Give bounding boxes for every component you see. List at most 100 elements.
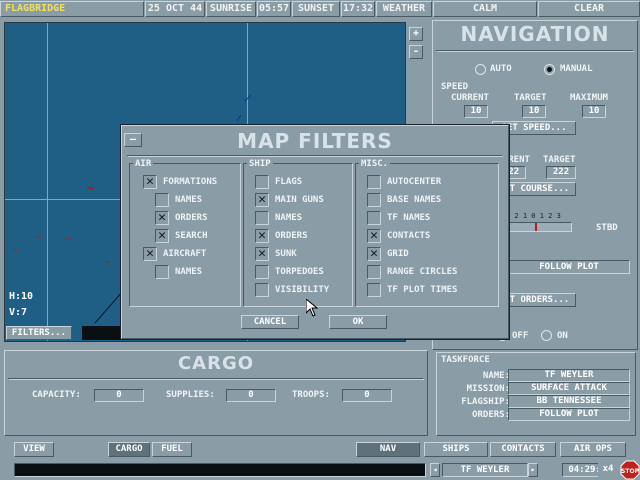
nav-tab[interactable]: NAV xyxy=(356,442,420,457)
misc-checkbox[interactable] xyxy=(367,175,381,189)
speed-current-label: CURRENT xyxy=(451,93,489,103)
map-message-box xyxy=(82,326,122,340)
divider xyxy=(8,378,424,380)
ship-checkbox[interactable] xyxy=(255,175,269,189)
sunset-time: 17:32 xyxy=(341,1,375,17)
contact-marker xyxy=(236,114,242,122)
air-checkbox[interactable]: ✕ xyxy=(155,229,169,243)
misc-checkbox[interactable] xyxy=(367,193,381,207)
air-ops-tab[interactable]: AIR OPS xyxy=(560,442,626,457)
ship-checkbox[interactable] xyxy=(255,265,269,279)
plot-line xyxy=(94,290,124,324)
speed-target-label: TARGET xyxy=(514,93,547,103)
contact-marker xyxy=(12,248,18,252)
misc-checkbox-label: TF NAMES xyxy=(387,213,431,223)
taskforce-title: TASKFORCE xyxy=(441,355,490,365)
ship-checkbox[interactable] xyxy=(255,283,269,297)
contact-marker xyxy=(86,186,94,190)
ship-group-label: SHIP xyxy=(247,159,273,169)
auto-label: AUTO xyxy=(490,64,512,74)
v-readout: V:7 xyxy=(9,307,28,318)
air-checkbox[interactable] xyxy=(155,193,169,207)
date-display: 25 OCT 44 xyxy=(145,1,205,17)
contacts-tab[interactable]: CONTACTS xyxy=(490,442,556,457)
fuel-tab[interactable]: FUEL xyxy=(152,442,192,457)
sunrise-label: SUNRISE xyxy=(206,1,256,17)
stbd-label: STBD xyxy=(596,223,618,233)
scroll-left-icon[interactable]: ◂ xyxy=(430,463,440,477)
dialog-title: MAP FILTERS xyxy=(237,129,393,153)
capacity-field: 0 xyxy=(94,389,144,402)
ship-checkbox[interactable]: ✕ xyxy=(255,247,269,261)
zoom-out-button[interactable]: - xyxy=(409,45,423,59)
misc-checkbox[interactable] xyxy=(367,211,381,225)
zoom-in-button[interactable]: + xyxy=(409,27,423,41)
speed-maximum-label: MAXIMUM xyxy=(570,93,608,103)
current-speed-field: 10 xyxy=(464,105,488,118)
view-button[interactable]: VIEW xyxy=(14,442,54,457)
misc-checkbox-label: AUTOCENTER xyxy=(387,177,442,187)
stop-icon[interactable]: STOP xyxy=(620,460,640,480)
misc-checkbox[interactable]: ✕ xyxy=(367,229,381,243)
tf-flagship-field: BB TENNESSEE xyxy=(508,395,630,408)
speed-label: SPEED xyxy=(441,82,469,92)
on-radio[interactable] xyxy=(541,330,552,341)
air-checkbox[interactable]: ✕ xyxy=(143,247,157,261)
air-checkbox[interactable]: ✕ xyxy=(143,175,157,189)
ship-checkbox[interactable] xyxy=(255,211,269,225)
tf-name-label: NAME: xyxy=(482,371,510,381)
target-speed-field: 10 xyxy=(522,105,546,118)
dialog-close-button[interactable]: — xyxy=(124,133,142,147)
ships-tab[interactable]: SHIPS xyxy=(424,442,488,457)
cargo-title: CARGO xyxy=(177,353,255,374)
air-checkbox[interactable] xyxy=(155,265,169,279)
misc-group-label: MISC. xyxy=(359,159,391,169)
misc-checkbox-label: RANGE CIRCLES xyxy=(387,267,458,277)
auto-radio[interactable] xyxy=(475,64,486,75)
rudder-scale: 3 2 1 0 1 2 3 xyxy=(506,212,561,220)
misc-checkbox[interactable]: ✕ xyxy=(367,247,381,261)
air-checkbox-label: FORMATIONS xyxy=(163,177,218,187)
tf-name-field: TF WEYLER xyxy=(508,369,630,382)
tf-orders-label: ORDERS: xyxy=(472,410,510,420)
filters-button[interactable]: FILTERS... xyxy=(6,326,72,340)
misc-checkbox-label: CONTACTS xyxy=(387,231,431,241)
manual-radio[interactable] xyxy=(544,64,555,75)
mouse-pointer-icon xyxy=(306,299,318,317)
air-checkbox-label: ORDERS xyxy=(175,213,208,223)
troops-field: 0 xyxy=(342,389,392,402)
top-status-bar: FLAGBRIDGE 25 OCT 44 SUNRISE 05:57 SUNSE… xyxy=(0,0,640,18)
cargo-tab[interactable]: CARGO xyxy=(108,442,150,457)
off-label: OFF xyxy=(512,331,529,341)
scroll-right-icon[interactable]: ▸ xyxy=(528,463,538,477)
ship-checkbox[interactable]: ✕ xyxy=(255,229,269,243)
app-title: FLAGBRIDGE xyxy=(0,1,144,17)
air-checkbox-label: AIRCRAFT xyxy=(163,249,207,259)
rudder-gauge[interactable] xyxy=(504,222,572,232)
cancel-button[interactable]: CANCEL xyxy=(241,315,299,329)
ship-checkbox-label: ORDERS xyxy=(275,231,308,241)
air-checkbox-label: NAMES xyxy=(175,195,203,205)
weather-state: CALM xyxy=(433,1,537,17)
tf-mission-field: SURFACE ATTACK xyxy=(508,382,630,395)
air-checkbox[interactable]: ✕ xyxy=(155,211,169,225)
misc-checkbox[interactable] xyxy=(367,283,381,297)
sunset-label: SUNSET xyxy=(292,1,340,17)
misc-checkbox-label: GRID xyxy=(387,249,409,259)
tf-selector[interactable]: TF WEYLER xyxy=(442,463,528,477)
supplies-field: 0 xyxy=(226,389,276,402)
ship-checkbox-label: MAIN GUNS xyxy=(275,195,324,205)
manual-label: MANUAL xyxy=(560,64,593,74)
misc-checkbox[interactable] xyxy=(367,265,381,279)
contact-marker xyxy=(244,94,252,102)
contact-marker xyxy=(104,260,110,264)
ship-checkbox[interactable]: ✕ xyxy=(255,193,269,207)
orders-display: FOLLOW PLOT xyxy=(508,260,630,274)
maximum-speed-field: 10 xyxy=(582,105,606,118)
time-multiplier[interactable]: x4 xyxy=(598,463,618,477)
ok-button[interactable]: OK xyxy=(329,315,387,329)
misc-checkbox-label: BASE NAMES xyxy=(387,195,442,205)
course-target-field: 222 xyxy=(546,166,576,179)
h-readout: H:10 xyxy=(9,291,34,302)
capacity-label: CAPACITY: xyxy=(32,390,81,400)
